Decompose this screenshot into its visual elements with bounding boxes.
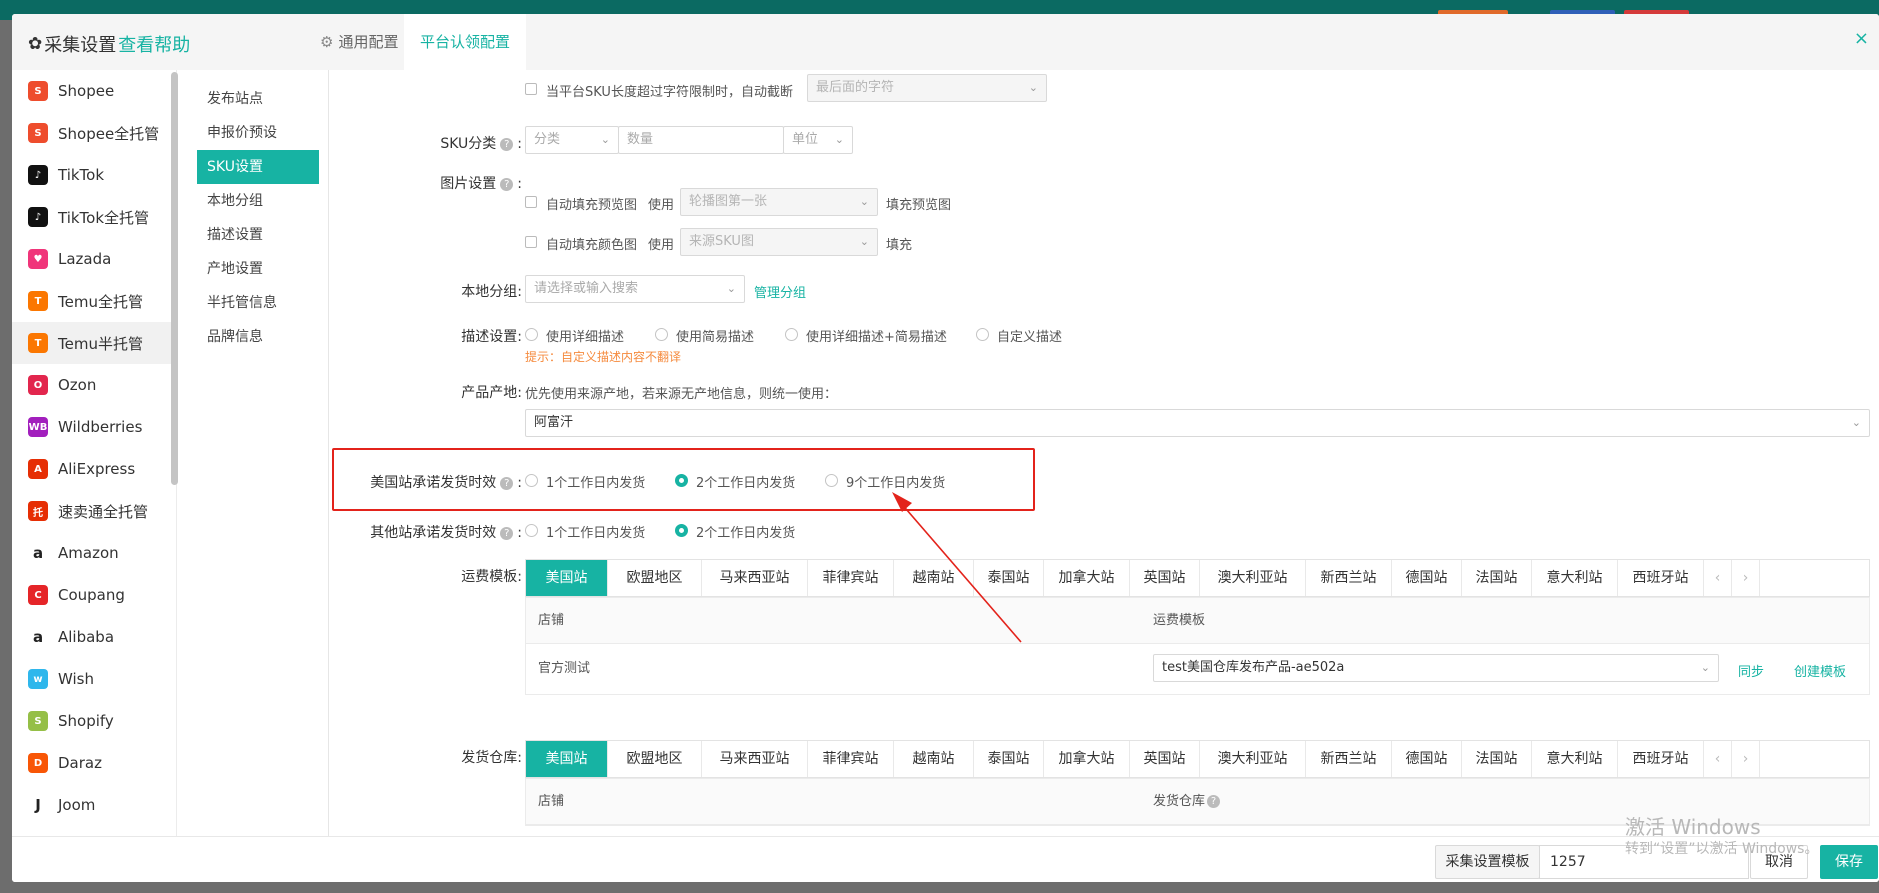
- gear-icon: ⚙: [320, 33, 334, 51]
- platform-logo-icon: ♥: [28, 249, 48, 269]
- platform-label: Shopee: [58, 82, 115, 100]
- section-nav-item[interactable]: 产地设置: [197, 252, 319, 286]
- sidebar-item-platform[interactable]: C Coupang: [12, 574, 176, 616]
- settings-content: 当平台SKU长度超过字符限制时，自动截断 最后面的字符 ⌄ SKU分类?: 分类 ⌄…: [330, 70, 1879, 836]
- platform-label: Joom: [58, 796, 96, 814]
- gear-icon: ✿: [28, 34, 43, 54]
- platform-logo-icon: WB: [28, 417, 48, 437]
- save-button[interactable]: 保存: [1820, 845, 1878, 879]
- platform-logo-icon: ♪: [28, 207, 48, 227]
- platform-label: 速卖通全托管: [58, 502, 149, 521]
- platform-logo-icon: ♪: [28, 165, 48, 185]
- sidebar-item-platform[interactable]: ♪ TikTok全托管: [12, 196, 176, 238]
- platform-label: Temu全托管: [58, 292, 143, 311]
- dialog-title: ✿ 采集设置 查看帮助: [28, 31, 190, 57]
- close-icon[interactable]: ×: [1854, 28, 1869, 49]
- platform-label: Coupang: [58, 586, 125, 604]
- tab-general-label: 通用配置: [338, 33, 399, 51]
- annotation-arrow: [892, 492, 1022, 643]
- platform-label: Daraz: [58, 754, 102, 772]
- sidebar-item-platform[interactable]: ♥ Lazada: [12, 238, 176, 280]
- platform-label: Wildberries: [58, 418, 143, 436]
- sidebar-item-platform[interactable]: A AliExpress: [12, 448, 176, 490]
- platform-label: Shopify: [58, 712, 114, 730]
- collect-settings-dialog: ✿ 采集设置 查看帮助 ⚙ 通用配置 平台认领配置 × S Shopee S Shope…: [12, 14, 1879, 882]
- platform-logo-icon: C: [28, 585, 48, 605]
- tab-platform-label: 平台认领配置: [420, 33, 511, 51]
- section-nav-item[interactable]: 品牌信息: [197, 320, 319, 354]
- platform-logo-icon: S: [28, 81, 48, 101]
- sidebar-item-platform[interactable]: O Ozon: [12, 364, 176, 406]
- sidebar-item-platform[interactable]: S Shopify: [12, 700, 176, 742]
- collect-template-button[interactable]: 采集设置模板: [1435, 845, 1540, 879]
- tab-general[interactable]: ⚙ 通用配置: [304, 14, 414, 70]
- section-nav-item[interactable]: 半托管信息: [197, 286, 319, 320]
- platform-logo-icon: D: [28, 753, 48, 773]
- platform-logo-icon: A: [28, 459, 48, 479]
- sidebar-item-platform[interactable]: D Daraz: [12, 742, 176, 784]
- sidebar-item-platform[interactable]: J Joom: [12, 784, 176, 826]
- sidebar-item-platform[interactable]: a Amazon: [12, 532, 176, 574]
- platform-list: S Shopee S Shopee全托管 ♪ TikTok ♪ TikTok全托管 ♥ Lazad…: [12, 70, 177, 836]
- platform-logo-icon: J: [28, 795, 48, 815]
- sidebar-item-platform[interactable]: a Alibaba: [12, 616, 176, 658]
- sidebar-item-platform[interactable]: T Temu半托管: [12, 322, 176, 364]
- activation-watermark-title: 激活 Windows: [1625, 815, 1761, 839]
- sidebar-item-platform[interactable]: ♪ TikTok: [12, 154, 176, 196]
- platform-label: Amazon: [58, 544, 119, 562]
- sidebar-item-platform[interactable]: T Temu全托管: [12, 280, 176, 322]
- section-nav-item[interactable]: 描述设置: [197, 218, 319, 252]
- section-nav-item[interactable]: 申报价预设: [197, 116, 319, 150]
- tab-platform[interactable]: 平台认领配置: [404, 14, 527, 70]
- platform-scrollbar[interactable]: [171, 72, 178, 485]
- platform-logo-icon: a: [28, 627, 48, 647]
- platform-label: Temu半托管: [58, 334, 143, 353]
- platform-logo-icon: S: [28, 123, 48, 143]
- section-nav-item[interactable]: 本地分组: [197, 184, 319, 218]
- platform-logo-icon: S: [28, 711, 48, 731]
- platform-label: Alibaba: [58, 628, 115, 646]
- platform-logo-icon: w: [28, 669, 48, 689]
- platform-logo-icon: 托: [28, 501, 48, 521]
- sidebar-item-platform[interactable]: S Shopee: [12, 70, 176, 112]
- platform-logo-icon: a: [28, 543, 48, 563]
- sidebar-item-platform[interactable]: 托速卖通全托管: [12, 490, 176, 532]
- section-nav-item[interactable]: 发布站点: [197, 82, 319, 116]
- platform-label: Lazada: [58, 250, 112, 268]
- dialog-header: ✿ 采集设置 查看帮助 ⚙ 通用配置 平台认领配置 ×: [12, 14, 1879, 70]
- dialog-footer: 采集设置模板 1257 取消 保存: [12, 836, 1879, 882]
- platform-logo-icon: O: [28, 375, 48, 395]
- platform-label: TikTok: [58, 166, 105, 184]
- section-nav-item[interactable]: SKU设置: [197, 150, 319, 184]
- help-link[interactable]: 查看帮助: [118, 31, 190, 57]
- sidebar-item-platform[interactable]: w Wish: [12, 658, 176, 700]
- platform-label: Wish: [58, 670, 94, 688]
- sidebar-item-platform[interactable]: S Shopee全托管: [12, 112, 176, 154]
- platform-logo-icon: T: [28, 291, 48, 311]
- platform-label: TikTok全托管: [58, 208, 150, 227]
- platform-label: AliExpress: [58, 460, 136, 478]
- title-text: 采集设置: [44, 35, 117, 56]
- platform-logo-icon: T: [28, 333, 48, 353]
- activation-watermark-subtitle: 转到“设置”以激活 Windows。: [1625, 841, 1819, 857]
- sidebar-item-platform[interactable]: WB Wildberries: [12, 406, 176, 448]
- platform-label: Ozon: [58, 376, 97, 394]
- platform-label: Shopee全托管: [58, 124, 160, 143]
- section-nav: 发布站点 申报价预设 SKU设置 本地分组 描述设置 产地设置 半托管信息 品牌信息: [185, 70, 329, 836]
